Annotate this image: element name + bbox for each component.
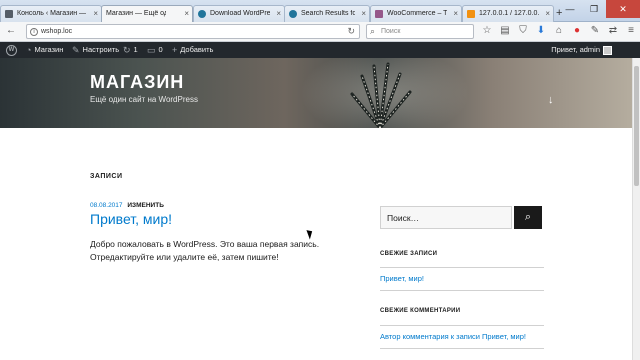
customize-button[interactable]: ✎ Настроить [72, 42, 119, 58]
divider [380, 290, 544, 291]
site-title[interactable]: МАГАЗИН [90, 72, 184, 93]
my-account-button[interactable]: Привет, admin [551, 42, 612, 58]
home-icon[interactable]: ⌂ [550, 25, 568, 36]
site-name-button[interactable]: ◔ Магазин [26, 42, 63, 58]
page-scrollbar[interactable] [632, 58, 640, 360]
sync-icon[interactable]: ⇄ [604, 25, 622, 36]
post-body: Добро пожаловать в WordPress. Это ваша п… [90, 239, 320, 262]
divider [380, 325, 544, 326]
wp-logo-button[interactable]: W [6, 42, 17, 58]
browser-search-input[interactable]: ⌕ Поиск [366, 24, 474, 39]
tab-label: Магазин — Ещё один сай [106, 10, 166, 17]
close-icon[interactable]: × [453, 9, 458, 18]
maximize-icon[interactable]: ❐ [582, 0, 606, 18]
menu-icon[interactable]: ≡ [622, 25, 640, 36]
divider [380, 348, 544, 349]
browser-navbar: ← i wshop.loc ↻ ⌕ Поиск ☆ ▤ ⛉ ⬇ ⌂ ● ✎ ⇄ … [0, 22, 640, 42]
bookmark-star-icon[interactable]: ☆ [478, 25, 496, 36]
wordpress-favicon-icon [198, 10, 206, 18]
search-icon: ⌕ [370, 26, 376, 36]
extension-icon[interactable]: ✎ [586, 25, 604, 36]
browser-tab-strip: Консоль ‹ Магазин — Wo × Магазин — Ещё о… [0, 0, 640, 23]
updates-icon: ↻ [123, 45, 131, 55]
info-icon[interactable]: i [30, 28, 38, 36]
sidebar-search-button[interactable]: ⌕ [514, 206, 542, 229]
tab-woocommerce[interactable]: WooCommerce – The B × [370, 5, 462, 22]
sidebar-search-input[interactable]: Поиск… [380, 206, 512, 229]
sidebar-search-placeholder: Поиск… [387, 213, 420, 223]
section-title: ЗАПИСИ [90, 173, 123, 180]
woocommerce-favicon-icon [375, 10, 383, 18]
tab-label: 127.0.0.1 / 127.0.0.1 | ph [479, 10, 539, 17]
window-close-icon[interactable]: ✕ [606, 0, 640, 18]
site-header: МАГАЗИН Ещё один сайт на WordPress ↓ [0, 58, 632, 128]
tab-download-wordpress[interactable]: Download WordPress × [193, 5, 285, 22]
recent-post-link[interactable]: Привет, мир! [380, 274, 424, 283]
close-icon[interactable]: × [361, 9, 366, 18]
minimize-icon[interactable]: — [558, 0, 582, 18]
post-meta: 08.08.2017 ИЗМЕНИТЬ [90, 202, 164, 209]
tab-label: Консоль ‹ Магазин — Wo [17, 10, 87, 17]
close-icon[interactable]: × [276, 9, 281, 18]
edit-post-link[interactable]: ИЗМЕНИТЬ [127, 202, 164, 209]
new-content-label: Добавить [180, 45, 214, 54]
divider [380, 267, 544, 268]
customize-label: Настроить [82, 45, 120, 54]
dashboard-icon: ◔ [26, 45, 32, 55]
tab-label: Download WordPress [210, 10, 270, 17]
close-icon[interactable]: × [93, 9, 98, 18]
updates-count: 1 [133, 45, 138, 54]
comment-icon: ▭ [147, 45, 156, 55]
download-icon[interactable]: ⬇ [532, 25, 550, 36]
post-date-link[interactable]: 08.08.2017 [90, 202, 123, 209]
recent-comment-link[interactable]: Автор комментария к записи Привет, мир! [380, 332, 526, 341]
site-name-label: Магазин [34, 45, 64, 54]
url-text: wshop.loc [41, 28, 73, 35]
back-icon[interactable]: ← [6, 25, 16, 36]
plus-icon: + [172, 45, 178, 55]
wordpress-favicon-icon [5, 10, 13, 18]
scrollbar-thumb[interactable] [634, 66, 639, 186]
tab-label: Search Results for “wo [301, 10, 355, 17]
brush-icon: ✎ [72, 45, 80, 55]
close-icon[interactable]: × [184, 9, 189, 18]
comments-button[interactable]: ▭ 0 [147, 42, 163, 58]
greeting-label: Привет, admin [551, 45, 600, 54]
comments-count: 0 [158, 45, 163, 54]
adblock-icon[interactable]: ● [568, 25, 586, 36]
arrow-down-icon[interactable]: ↓ [548, 94, 554, 106]
new-content-button[interactable]: + Добавить [172, 42, 213, 58]
phpmyadmin-favicon-icon [467, 10, 475, 18]
pocket-icon[interactable]: ⛉ [514, 25, 532, 36]
wordpress-logo-icon: W [6, 44, 17, 56]
site-description: Ещё один сайт на WordPress [90, 95, 198, 104]
plant-image [350, 62, 412, 128]
recent-comments-title: СВЕЖИЕ КОММЕНТАРИИ [380, 308, 461, 314]
avatar [603, 45, 612, 55]
tab-console[interactable]: Консоль ‹ Магазин — Wo × [0, 5, 102, 22]
reload-icon[interactable]: ↻ [347, 26, 355, 37]
search-placeholder: Поиск [381, 28, 401, 35]
wp-admin-bar: W ◔ Магазин ✎ Настроить ↻ 1 ▭ 0 + Добави… [0, 42, 640, 58]
close-icon[interactable]: × [545, 9, 550, 18]
tab-phpmyadmin[interactable]: 127.0.0.1 / 127.0.0.1 | ph × [462, 5, 554, 22]
wordpress-favicon-icon [289, 10, 297, 18]
browser-toolbar: ☆ ▤ ⛉ ⬇ ⌂ ● ✎ ⇄ ≡ [478, 25, 640, 36]
tab-label: WooCommerce – The B [387, 10, 447, 17]
search-icon: ⌕ [524, 211, 532, 223]
reading-list-icon[interactable]: ▤ [496, 25, 514, 36]
tab-shop[interactable]: Магазин — Ещё один сай × [101, 5, 193, 23]
recent-posts-title: СВЕЖИЕ ЗАПИСИ [380, 251, 438, 257]
post-title[interactable]: Привет, мир! [90, 211, 172, 227]
tab-search-results[interactable]: Search Results for “wo × [284, 5, 370, 22]
url-bar[interactable]: i wshop.loc ↻ [26, 24, 360, 39]
updates-button[interactable]: ↻ 1 [123, 42, 138, 58]
window-controls: — ❐ ✕ [558, 0, 640, 18]
